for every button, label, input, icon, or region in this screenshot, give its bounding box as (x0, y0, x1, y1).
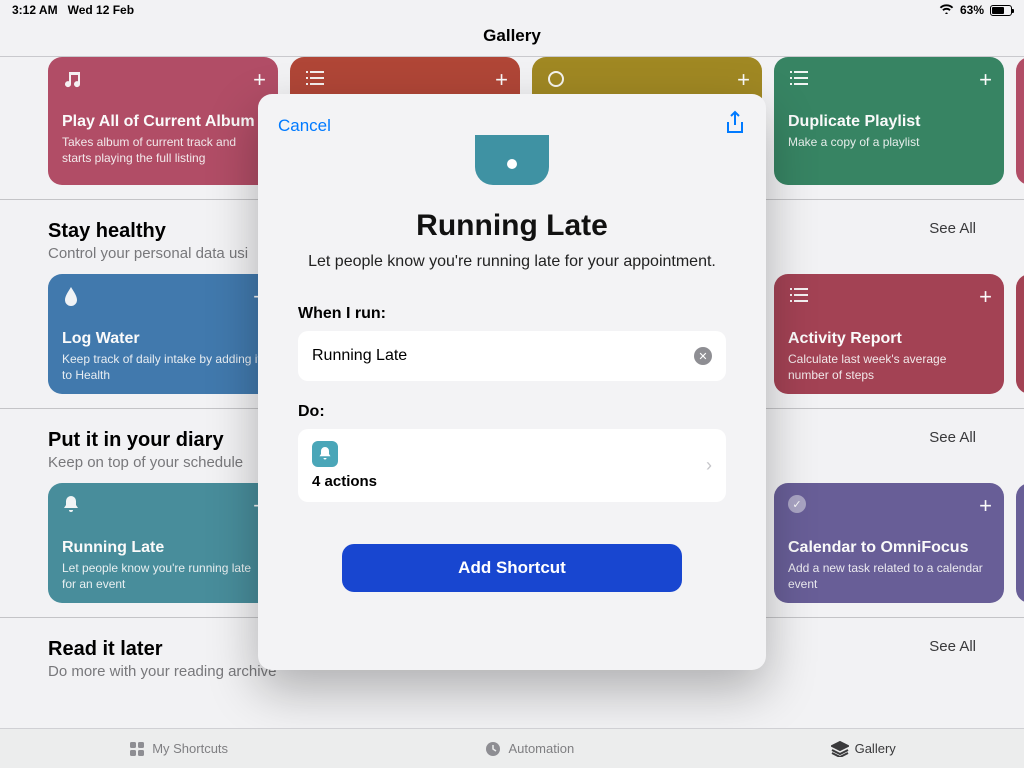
drop-icon (62, 286, 264, 310)
card-subtitle: Calculate last week's average number of … (788, 352, 990, 383)
grid-icon (128, 740, 146, 758)
plus-icon[interactable]: + (979, 284, 992, 310)
see-all-link[interactable]: See All (929, 429, 976, 446)
actions-count: 4 actions (312, 473, 377, 490)
plus-icon[interactable]: + (979, 493, 992, 519)
battery-pct: 63% (960, 3, 984, 17)
card-edge[interactable] (1016, 483, 1024, 603)
tab-bar: My Shortcuts Automation Gallery (0, 728, 1024, 768)
tab-gallery[interactable]: Gallery (831, 740, 896, 758)
card-subtitle: Let people know you're running late for … (62, 561, 264, 592)
wifi-icon (939, 3, 954, 17)
tab-label: My Shortcuts (152, 741, 228, 756)
shortcut-tile-icon (475, 135, 549, 185)
plus-icon[interactable]: + (979, 67, 992, 93)
card-edge[interactable] (1016, 274, 1024, 394)
do-label: Do: (298, 403, 726, 421)
card-subtitle: Takes album of current track and starts … (62, 135, 264, 166)
list-icon (788, 69, 990, 93)
tab-my-shortcuts[interactable]: My Shortcuts (128, 740, 228, 758)
status-left: 3:12 AM Wed 12 Feb (12, 3, 134, 17)
plus-icon[interactable]: + (495, 67, 508, 93)
card-subtitle: Keep track of daily intake by adding it … (62, 352, 264, 383)
card-edge[interactable] (1016, 57, 1024, 185)
plus-icon[interactable]: + (737, 67, 750, 93)
chevron-right-icon: › (706, 455, 712, 476)
card-duplicate-playlist[interactable]: + Duplicate Playlist Make a copy of a pl… (774, 57, 1004, 185)
tab-label: Automation (508, 741, 574, 756)
status-time: 3:12 AM (12, 3, 58, 17)
card-calendar-omnifocus[interactable]: + ✓ Calendar to OmniFocus Add a new task… (774, 483, 1004, 603)
section-subtitle: Keep on top of your schedule (48, 454, 243, 471)
tab-automation[interactable]: Automation (484, 740, 574, 758)
circle-icon (546, 69, 748, 93)
modal-title: Running Late (258, 209, 766, 243)
list-icon (304, 69, 506, 93)
card-title: Play All of Current Album (62, 113, 264, 131)
share-icon[interactable] (724, 110, 746, 141)
section-title: Read it later (48, 638, 276, 661)
see-all-link[interactable]: See All (929, 220, 976, 237)
tab-label: Gallery (855, 741, 896, 756)
list-icon (788, 286, 990, 310)
modal-subtitle: Let people know you're running late for … (258, 243, 766, 271)
shortcut-name-field[interactable]: ✕ (298, 331, 726, 381)
card-log-water[interactable]: + Log Water Keep track of daily intake b… (48, 274, 278, 394)
section-title: Stay healthy (48, 220, 248, 243)
page-title: Gallery (0, 20, 1024, 56)
battery-icon (990, 5, 1012, 16)
shortcut-name-input[interactable] (312, 347, 694, 365)
bell-icon (312, 441, 338, 467)
when-label: When I run: (298, 305, 726, 323)
card-title: Duplicate Playlist (788, 113, 990, 131)
section-subtitle: Control your personal data usi (48, 245, 248, 262)
card-subtitle: Add a new task related to a calendar eve… (788, 561, 990, 592)
music-icon (62, 69, 264, 93)
card-title: Activity Report (788, 330, 990, 348)
card-subtitle: Make a copy of a playlist (788, 135, 990, 151)
section-subtitle: Do more with your reading archive (48, 663, 276, 680)
status-date: Wed 12 Feb (68, 3, 134, 17)
bell-icon (62, 495, 264, 519)
check-icon: ✓ (788, 495, 990, 519)
stack-icon (831, 740, 849, 758)
card-activity-report[interactable]: + Activity Report Calculate last week's … (774, 274, 1004, 394)
plus-icon[interactable]: + (253, 67, 266, 93)
card-title: Running Late (62, 539, 264, 557)
actions-row[interactable]: 4 actions › (298, 429, 726, 502)
card-title: Log Water (62, 330, 264, 348)
card-play-all[interactable]: + Play All of Current Album Takes album … (48, 57, 278, 185)
cancel-button[interactable]: Cancel (278, 116, 331, 136)
add-shortcut-button[interactable]: Add Shortcut (342, 544, 682, 592)
see-all-link[interactable]: See All (929, 638, 976, 655)
card-running-late[interactable]: + Running Late Let people know you're ru… (48, 483, 278, 603)
clock-icon (484, 740, 502, 758)
status-right: 63% (939, 3, 1012, 17)
card-title: Calendar to OmniFocus (788, 539, 990, 557)
shortcut-detail-modal: Cancel Running Late Let people know you'… (258, 94, 766, 670)
status-bar: 3:12 AM Wed 12 Feb 63% (0, 0, 1024, 20)
clear-icon[interactable]: ✕ (694, 347, 712, 365)
section-title: Put it in your diary (48, 429, 243, 452)
